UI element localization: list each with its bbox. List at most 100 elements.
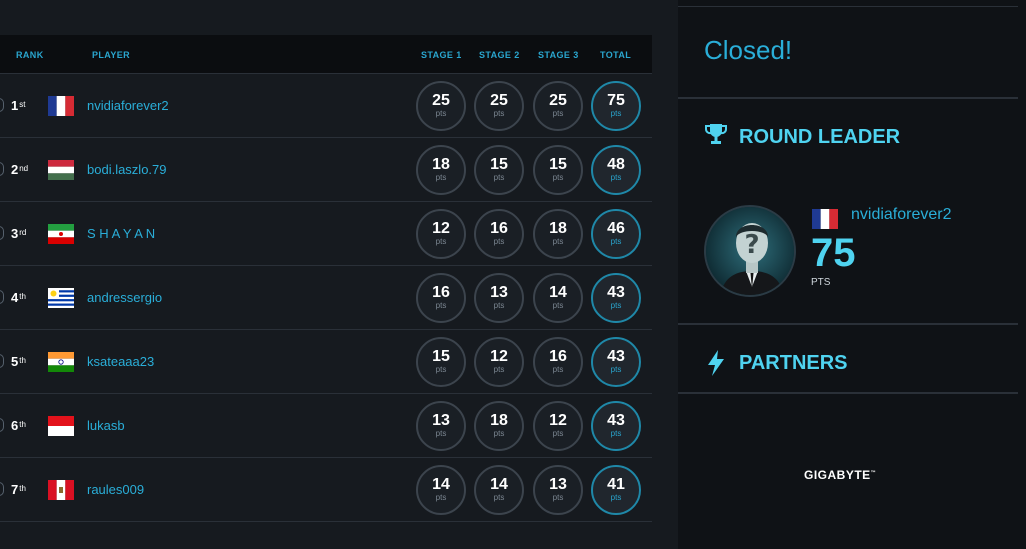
- score-value: 13: [549, 476, 567, 493]
- pts-label: pts: [552, 109, 564, 118]
- flag-indonesia: [48, 416, 74, 436]
- stage-2-score: 18 pts: [474, 401, 524, 451]
- sidebar: Closed! ROUND LEADER ? nvidiaforever2 75…: [678, 0, 1026, 549]
- player-name-link[interactable]: raules009: [87, 482, 144, 497]
- score-value: 25: [549, 92, 567, 109]
- score-value: 18: [549, 220, 567, 237]
- pts-label: pts: [435, 237, 447, 246]
- gigabyte-logo[interactable]: GIGABYTE™: [804, 468, 876, 482]
- leader-avatar[interactable]: ?: [704, 205, 796, 297]
- player-name-link[interactable]: ksateaaa23: [87, 354, 154, 369]
- player-name-link[interactable]: bodi.laszlo.79: [87, 162, 167, 177]
- pts-label: pts: [435, 173, 447, 182]
- pts-label: pts: [493, 301, 505, 310]
- row-edge-indicator: [0, 482, 4, 496]
- flag-hungary: [48, 160, 74, 180]
- player-name-link[interactable]: lukasb: [87, 418, 125, 433]
- row-edge-indicator: [0, 98, 4, 112]
- score-value: 43: [607, 348, 625, 365]
- rank-suffix: rd: [19, 228, 27, 237]
- flag-uruguay: [48, 288, 74, 308]
- score-value: 14: [490, 476, 508, 493]
- partner-logo-text: GIGABYTE: [804, 468, 871, 482]
- table-row: 4th andressergio 16 pts 13 pts 14 pts 43 pts: [0, 266, 652, 330]
- pts-label: pts: [610, 365, 622, 374]
- rank-number: 7: [11, 482, 19, 497]
- leader-player-name[interactable]: nvidiaforever2: [851, 206, 952, 224]
- row-edge-indicator: [0, 290, 4, 304]
- rank-number: 5: [11, 354, 19, 369]
- stage-1-score: 15 pts: [416, 337, 466, 387]
- stage-3-score: 25 pts: [533, 81, 583, 131]
- score-value: 15: [549, 156, 567, 173]
- divider: [678, 97, 1018, 99]
- pts-label: pts: [493, 365, 505, 374]
- player-name-link[interactable]: andressergio: [87, 290, 162, 305]
- rank-number: 2: [11, 162, 19, 177]
- stage-2-score: 13 pts: [474, 273, 524, 323]
- stage-1-score: 12 pts: [416, 209, 466, 259]
- score-value: 25: [432, 92, 450, 109]
- table-row: 6th lukasb 13 pts 18 pts 12 pts 43 pts: [0, 394, 652, 458]
- stage-2-score: 14 pts: [474, 465, 524, 515]
- header-stage-2: STAGE 2: [479, 50, 520, 60]
- header-rank: RANK: [16, 50, 44, 60]
- pts-label: pts: [552, 237, 564, 246]
- rank-cell: 6th: [11, 418, 26, 433]
- score-value: 48: [607, 156, 625, 173]
- pts-label: pts: [552, 173, 564, 182]
- total-score: 43 pts: [591, 337, 641, 387]
- divider: [678, 392, 1018, 394]
- stage-3-score: 15 pts: [533, 145, 583, 195]
- round-leader-title: ROUND LEADER: [739, 126, 901, 148]
- leader-score: 75: [811, 231, 856, 275]
- rank-suffix: st: [19, 100, 26, 109]
- row-edge-indicator: [0, 418, 4, 432]
- pts-label: pts: [493, 237, 505, 246]
- stage-1-score: 16 pts: [416, 273, 466, 323]
- stage-3-score: 18 pts: [533, 209, 583, 259]
- score-value: 41: [607, 476, 625, 493]
- partners-title: PARTNERS: [739, 352, 848, 374]
- stage-2-score: 12 pts: [474, 337, 524, 387]
- total-score: 46 pts: [591, 209, 641, 259]
- stage-1-score: 14 pts: [416, 465, 466, 515]
- row-edge-indicator: [0, 162, 4, 176]
- score-value: 14: [432, 476, 450, 493]
- rank-number: 6: [11, 418, 19, 433]
- total-score: 43 pts: [591, 401, 641, 451]
- score-value: 16: [549, 348, 567, 365]
- flag-peru: [48, 480, 74, 500]
- rank-number: 3: [11, 226, 19, 241]
- stage-3-score: 12 pts: [533, 401, 583, 451]
- pts-label: pts: [610, 173, 622, 182]
- rank-cell: 3rd: [11, 226, 26, 241]
- round-status: Closed!: [704, 35, 793, 65]
- header-total: TOTAL: [600, 50, 632, 60]
- player-name-link[interactable]: nvidiaforever2: [87, 98, 169, 113]
- total-score: 43 pts: [591, 273, 641, 323]
- player-name-link[interactable]: S H A Y A N: [87, 226, 155, 241]
- pts-label: pts: [435, 301, 447, 310]
- leaderboard-rows: 1st nvidiaforever2 25 pts 25 pts 25 pts 75 pts 2nd…: [0, 74, 652, 522]
- partner-logo-tm: ™: [870, 470, 877, 476]
- score-value: 43: [607, 412, 625, 429]
- table-row: 7th raules009 14 pts 14 pts 13 pts 41 pts: [0, 458, 652, 522]
- divider: [678, 323, 1018, 325]
- stage-1-score: 13 pts: [416, 401, 466, 451]
- rank-number: 1: [11, 98, 19, 113]
- score-value: 18: [490, 412, 508, 429]
- rank-suffix: th: [19, 292, 26, 301]
- panel-gutter: [652, 0, 678, 549]
- rank-cell: 5th: [11, 354, 26, 369]
- rank-cell: 7th: [11, 482, 26, 497]
- total-score: 48 pts: [591, 145, 641, 195]
- header-stage-3: STAGE 3: [538, 50, 579, 60]
- rank-cell: 1st: [11, 98, 25, 113]
- score-value: 43: [607, 284, 625, 301]
- pts-label: pts: [552, 493, 564, 502]
- total-score: 41 pts: [591, 465, 641, 515]
- pts-label: pts: [493, 109, 505, 118]
- lightning-icon: [707, 350, 725, 381]
- table-row: 3rd S H A Y A N 12 pts 16 pts 18 pts 46 pts: [0, 202, 652, 266]
